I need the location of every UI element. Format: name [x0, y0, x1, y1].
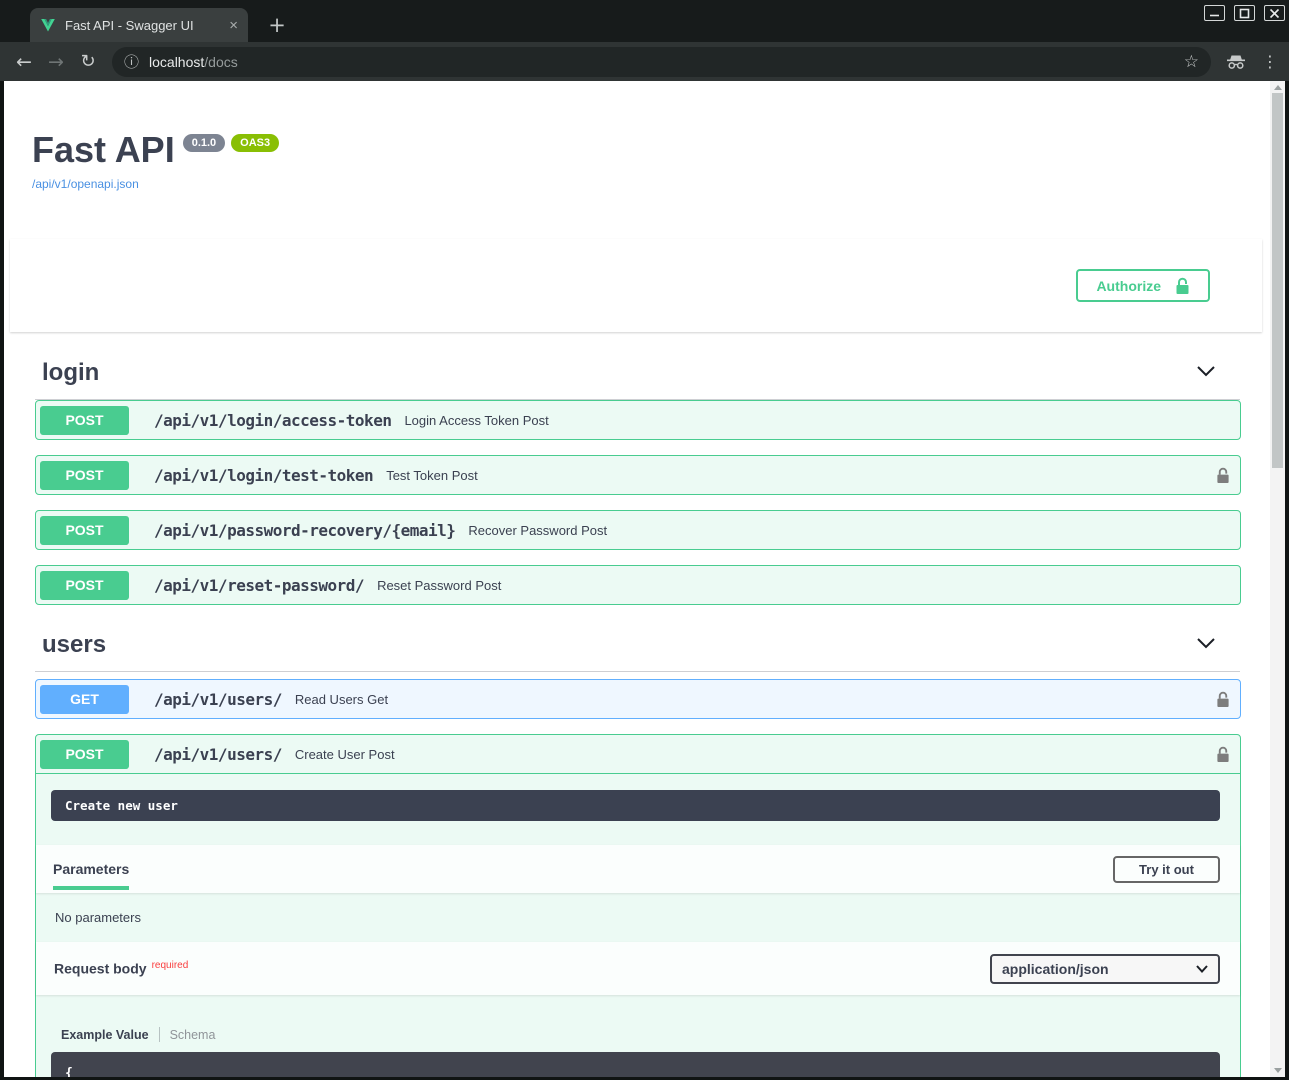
endpoint-summary: Reset Password Post: [377, 578, 501, 593]
request-body-label: Request bodyrequired: [54, 960, 188, 977]
chevron-down-icon[interactable]: [1196, 364, 1216, 382]
tag-header-users[interactable]: users: [35, 625, 1240, 672]
parameters-tab[interactable]: Parameters: [53, 861, 129, 877]
maximize-icon: [1239, 8, 1250, 19]
example-value-tab[interactable]: Example Value: [61, 1028, 149, 1042]
tab-title: Fast API - Swagger UI: [65, 18, 221, 33]
endpoint-summary: Login Access Token Post: [404, 413, 548, 428]
tab-divider: [159, 1027, 160, 1042]
browser-window: Fast API - Swagger UI × + ← → ↻ ⓘ localh…: [0, 0, 1289, 1080]
endpoint-path: /api/v1/login/access-token: [154, 411, 391, 430]
schema-tab[interactable]: Schema: [170, 1028, 216, 1042]
back-button[interactable]: ←: [8, 51, 40, 73]
endpoint-summary: Recover Password Post: [468, 523, 607, 538]
auth-lock-button[interactable]: [1216, 746, 1230, 763]
reload-button[interactable]: ↻: [72, 51, 104, 72]
url-host: localhost: [149, 54, 204, 70]
tab-close-icon[interactable]: ×: [229, 18, 238, 33]
try-it-out-button[interactable]: Try it out: [1113, 856, 1220, 883]
request-body-header: Request bodyrequired application/json: [36, 942, 1240, 995]
endpoint-path: /api/v1/password-recovery/{email}: [154, 521, 455, 540]
browser-titlebar: Fast API - Swagger UI × +: [0, 0, 1289, 42]
oas3-badge: OAS3: [231, 134, 279, 152]
endpoint-row-expanded: POST /api/v1/users/ Create User Post: [35, 734, 1241, 1077]
tag-title: users: [42, 631, 106, 659]
browser-toolbar: ← → ↻ ⓘ localhost/docs ☆ ⋮: [0, 42, 1289, 81]
browser-menu-icon[interactable]: ⋮: [1257, 52, 1283, 71]
url-path: /docs: [204, 54, 237, 70]
example-code-block[interactable]: {: [51, 1052, 1220, 1077]
endpoint-row[interactable]: POST /api/v1/login/access-token Login Ac…: [35, 400, 1241, 440]
tag-header-login[interactable]: login: [35, 353, 1240, 400]
openapi-spec-link[interactable]: /api/v1/openapi.json: [32, 177, 139, 191]
no-parameters-text: No parameters: [36, 893, 1240, 942]
method-badge: POST: [40, 461, 129, 490]
close-icon: [1269, 8, 1280, 19]
window-controls: [1204, 5, 1285, 21]
scrollbar-thumb[interactable]: [1272, 93, 1283, 468]
page-scrollbar[interactable]: [1270, 81, 1285, 1077]
method-badge: POST: [40, 740, 129, 769]
method-badge: POST: [40, 406, 129, 435]
media-type-select[interactable]: application/json: [990, 954, 1220, 984]
method-badge: POST: [40, 516, 129, 545]
endpoint-summary: Create User Post: [295, 747, 395, 762]
chevron-down-icon[interactable]: [1196, 636, 1216, 654]
method-badge: POST: [40, 571, 129, 600]
example-tabs: Example Value Schema: [36, 995, 1240, 1042]
endpoint-row[interactable]: POST /api/v1/login/test-token Test Token…: [35, 455, 1241, 495]
method-badge: GET: [40, 685, 129, 714]
endpoint-row[interactable]: GET /api/v1/users/ Read Users Get: [35, 679, 1241, 719]
minimize-button[interactable]: [1204, 5, 1225, 21]
forward-button[interactable]: →: [40, 51, 72, 73]
authorize-label: Authorize: [1096, 278, 1161, 294]
endpoint-description: Create new user: [51, 790, 1220, 821]
parameters-header: Parameters Try it out: [36, 845, 1240, 893]
endpoint-body: Create new user Parameters Try it out No…: [36, 790, 1240, 1077]
code-line: {: [65, 1066, 73, 1077]
endpoint-path: /api/v1/reset-password/: [154, 576, 364, 595]
scrollbar-up-arrow[interactable]: [1274, 85, 1282, 90]
auth-lock-button[interactable]: [1216, 467, 1230, 484]
unlock-icon: [1216, 691, 1230, 708]
close-button[interactable]: [1264, 5, 1285, 21]
endpoint-summary: Read Users Get: [295, 692, 388, 707]
authorize-button[interactable]: Authorize: [1076, 269, 1210, 302]
unlock-icon: [1216, 467, 1230, 484]
new-tab-button[interactable]: +: [264, 12, 290, 38]
scheme-container: Authorize: [10, 239, 1262, 332]
browser-tab[interactable]: Fast API - Swagger UI ×: [30, 8, 248, 42]
minimize-icon: [1209, 8, 1220, 18]
endpoint-summary: Test Token Post: [386, 468, 478, 483]
endpoint-row[interactable]: POST /api/v1/reset-password/ Reset Passw…: [35, 565, 1241, 605]
scrollbar-down-arrow[interactable]: [1274, 1068, 1282, 1073]
required-badge: required: [147, 960, 189, 971]
endpoint-summary-row[interactable]: POST /api/v1/users/ Create User Post: [36, 735, 1240, 774]
endpoint-path: /api/v1/login/test-token: [154, 466, 373, 485]
media-type-value: application/json: [1002, 961, 1109, 977]
bookmark-star-icon[interactable]: ☆: [1184, 52, 1199, 72]
auth-lock-button[interactable]: [1216, 691, 1230, 708]
chevron-down-icon: [1196, 965, 1208, 973]
address-bar[interactable]: ⓘ localhost/docs ☆: [112, 47, 1211, 77]
unlock-icon: [1216, 746, 1230, 763]
vite-favicon-icon: [40, 17, 56, 33]
swagger-page: Fast API 0.1.0 OAS3 /api/v1/openapi.json…: [4, 81, 1270, 1077]
endpoint-row[interactable]: POST /api/v1/password-recovery/{email} R…: [35, 510, 1241, 550]
api-info: Fast API 0.1.0 OAS3 /api/v1/openapi.json: [32, 130, 1240, 193]
endpoint-path: /api/v1/users/: [154, 690, 282, 709]
tag-title: login: [42, 359, 99, 387]
version-badge: 0.1.0: [183, 134, 225, 152]
endpoint-path: /api/v1/users/: [154, 745, 282, 764]
page-viewport: Fast API 0.1.0 OAS3 /api/v1/openapi.json…: [4, 81, 1285, 1077]
incognito-icon: [1225, 54, 1247, 70]
unlock-icon: [1175, 277, 1190, 295]
page-title: Fast API: [32, 130, 175, 170]
site-info-icon[interactable]: ⓘ: [124, 51, 139, 72]
maximize-button[interactable]: [1234, 5, 1255, 21]
